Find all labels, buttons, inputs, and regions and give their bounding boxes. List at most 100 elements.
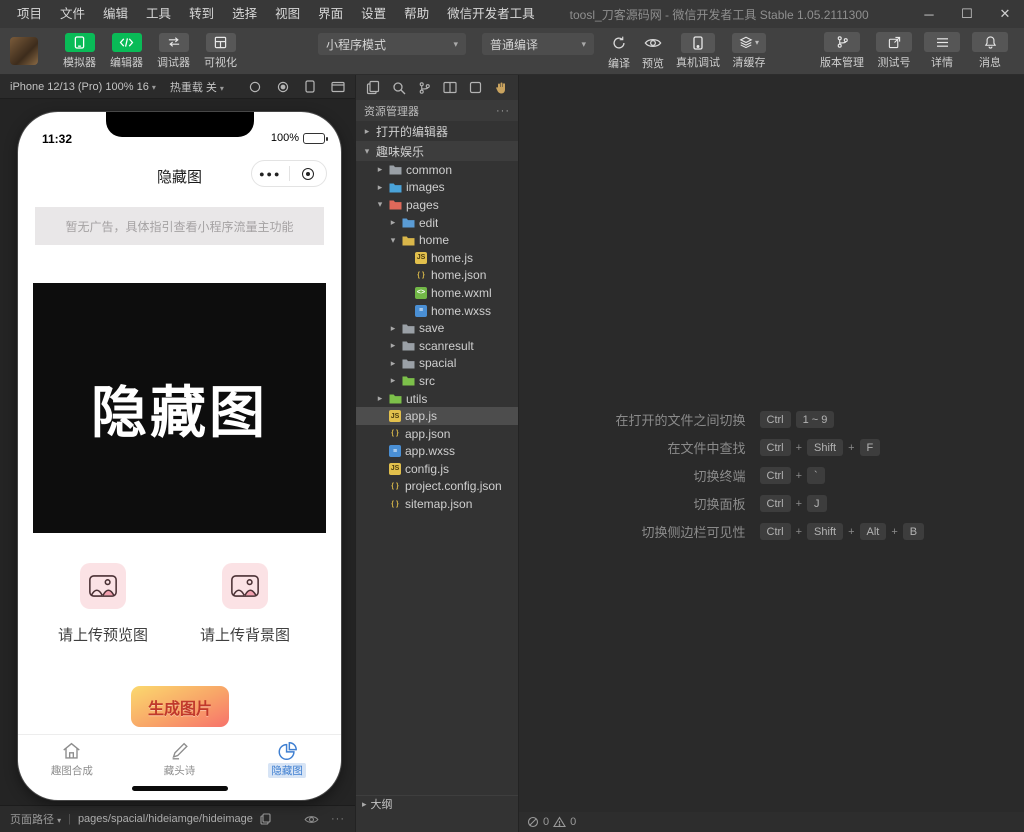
tree-item-label: home (419, 233, 449, 247)
tree-item-label: app.js (405, 409, 437, 423)
more-dots-icon[interactable]: ··· (496, 105, 510, 117)
phone-view-icon[interactable] (305, 80, 315, 93)
pencil-icon (168, 740, 191, 762)
maximize-button[interactable]: ☐ (948, 0, 986, 28)
menu-项目[interactable]: 项目 (8, 0, 51, 28)
toggle-editor[interactable]: 编辑器 (110, 33, 143, 70)
avatar[interactable] (10, 37, 38, 65)
toggle-debugger[interactable]: 调试器 (157, 33, 190, 70)
box-icon[interactable] (469, 81, 482, 94)
device-selector[interactable]: iPhone 12/13 (Pro) 100% 16▾ (10, 81, 156, 93)
tree-item-src[interactable]: ▸src (356, 372, 518, 390)
generate-image-button[interactable]: 生成图片 (131, 686, 229, 727)
menu-文件[interactable]: 文件 (51, 0, 94, 28)
hot-reload-toggle[interactable]: 热重载 关▾ (170, 79, 224, 95)
tree-item-scanresult[interactable]: ▸scanresult (356, 337, 518, 355)
tree-item-app.js[interactable]: JSapp.js (356, 407, 518, 425)
chevron-right-icon: ▸ (375, 164, 385, 175)
menu-设置[interactable]: 设置 (352, 0, 395, 28)
mode-dropdown[interactable]: 小程序模式 ▾ (318, 33, 466, 55)
window-controls: ─ ☐ ✕ (910, 0, 1024, 28)
toggle-label: 编辑器 (110, 54, 143, 70)
tree-item-pages[interactable]: ▾pages (356, 196, 518, 214)
capsule-menu: ●●● (251, 160, 327, 187)
preview-button[interactable]: 预览 (642, 32, 664, 71)
tree-item-spacial[interactable]: ▸ spacial (356, 355, 518, 373)
key-joiner: + (848, 526, 854, 538)
chevron-right-icon: ▸ (388, 358, 398, 369)
details-button[interactable]: 详情 (924, 32, 960, 70)
search-icon[interactable] (392, 81, 406, 95)
page-path-dropdown[interactable]: 页面路径 ▾ (10, 811, 61, 827)
copy-icon[interactable] (260, 813, 271, 825)
menu-帮助[interactable]: 帮助 (395, 0, 438, 28)
device-debug-button[interactable]: 真机调试 (676, 33, 720, 70)
tree-item-common[interactable]: ▸common (356, 161, 518, 179)
git-branch-icon (824, 32, 860, 52)
more-dots-icon[interactable]: ··· (331, 813, 345, 825)
more-dots-icon[interactable]: ●●● (252, 169, 289, 179)
menu-微信开发者工具[interactable]: 微信开发者工具 (438, 0, 544, 28)
version-control-button[interactable]: 版本管理 (820, 32, 864, 70)
folder-icon (389, 164, 402, 175)
warning-count: 0 (570, 816, 576, 828)
action-label: 预览 (642, 55, 664, 71)
tree-item-app.json[interactable]: { }app.json (356, 425, 518, 443)
files-icon[interactable] (366, 80, 380, 95)
tree-item-label: spacial (419, 356, 456, 370)
menu-选择[interactable]: 选择 (223, 0, 266, 28)
clear-cache-button[interactable]: ▾ 清缓存 (732, 33, 766, 70)
tree-item-sitemap.json[interactable]: { }sitemap.json (356, 495, 518, 513)
tree-item-config.js[interactable]: JSconfig.js (356, 460, 518, 478)
git-icon[interactable] (418, 81, 431, 95)
rotate-icon[interactable] (249, 81, 261, 93)
messages-button[interactable]: 消息 (972, 32, 1008, 70)
open-editors-section[interactable]: ▸ 打开的编辑器 (356, 121, 518, 141)
close-button[interactable]: ✕ (986, 0, 1024, 28)
problems-statusbar[interactable]: 0 0 (519, 812, 1024, 832)
menu-编辑[interactable]: 编辑 (94, 0, 137, 28)
chevron-right-icon: ▸ (388, 323, 398, 334)
keycap: Ctrl (760, 467, 791, 484)
tree-item-home.wxss[interactable]: ≡home.wxss (356, 302, 518, 320)
tree-item-home.json[interactable]: { }home.json (356, 267, 518, 285)
tab-yincangtu[interactable]: 隐藏图 (233, 735, 341, 782)
menu-视图[interactable]: 视图 (266, 0, 309, 28)
tree-item-project.config.json[interactable]: { }project.config.json (356, 478, 518, 496)
toggle-visualize[interactable]: 可视化 (204, 33, 237, 70)
toggle-simulator[interactable]: 模拟器 (63, 33, 96, 70)
tree-item-utils[interactable]: ▸utils (356, 390, 518, 408)
outline-section[interactable]: ▸ 大纲 (356, 795, 518, 812)
tree-item-images[interactable]: ▸images (356, 179, 518, 197)
eye-icon[interactable] (304, 814, 319, 825)
layers-icon: ▾ (732, 33, 766, 53)
upload-preview-button[interactable] (80, 563, 126, 609)
status-time: 11:32 (42, 132, 72, 146)
tree-item-home.wxml[interactable]: <>home.wxml (356, 284, 518, 302)
window-view-icon[interactable] (331, 81, 345, 93)
tree-item-home.js[interactable]: JShome.js (356, 249, 518, 267)
keycap: Shift (807, 439, 843, 456)
wxss-file-icon: ≡ (389, 445, 401, 457)
tree-item-edit[interactable]: ▸edit (356, 214, 518, 232)
minimize-button[interactable]: ─ (910, 0, 948, 28)
tree-item-app.wxss[interactable]: ≡app.wxss (356, 443, 518, 461)
toggle-label: 模拟器 (63, 54, 96, 70)
upload-background-button[interactable] (222, 563, 268, 609)
compile-button[interactable]: 编译 (608, 32, 630, 71)
tab-quitu-hecheng[interactable]: 趣图合成 (18, 735, 126, 782)
tree-item-save[interactable]: ▸save (356, 319, 518, 337)
shortcut-row: 在打开的文件之间切换Ctrl1 ~ 9 (534, 410, 1010, 429)
tab-cangtoushi[interactable]: 藏头诗 (126, 735, 234, 782)
split-view-icon[interactable] (443, 81, 457, 94)
hand-icon[interactable] (494, 81, 508, 95)
compile-mode-dropdown[interactable]: 普通编译 ▾ (482, 33, 594, 55)
menu-界面[interactable]: 界面 (309, 0, 352, 28)
record-icon[interactable] (277, 81, 289, 93)
close-circle-icon[interactable] (290, 168, 327, 180)
tree-item-home[interactable]: ▾home (356, 231, 518, 249)
menu-转到[interactable]: 转到 (180, 0, 223, 28)
project-root[interactable]: ▾ 趣味娱乐 (356, 141, 518, 161)
test-account-button[interactable]: 测试号 (876, 32, 912, 70)
menu-工具[interactable]: 工具 (137, 0, 180, 28)
